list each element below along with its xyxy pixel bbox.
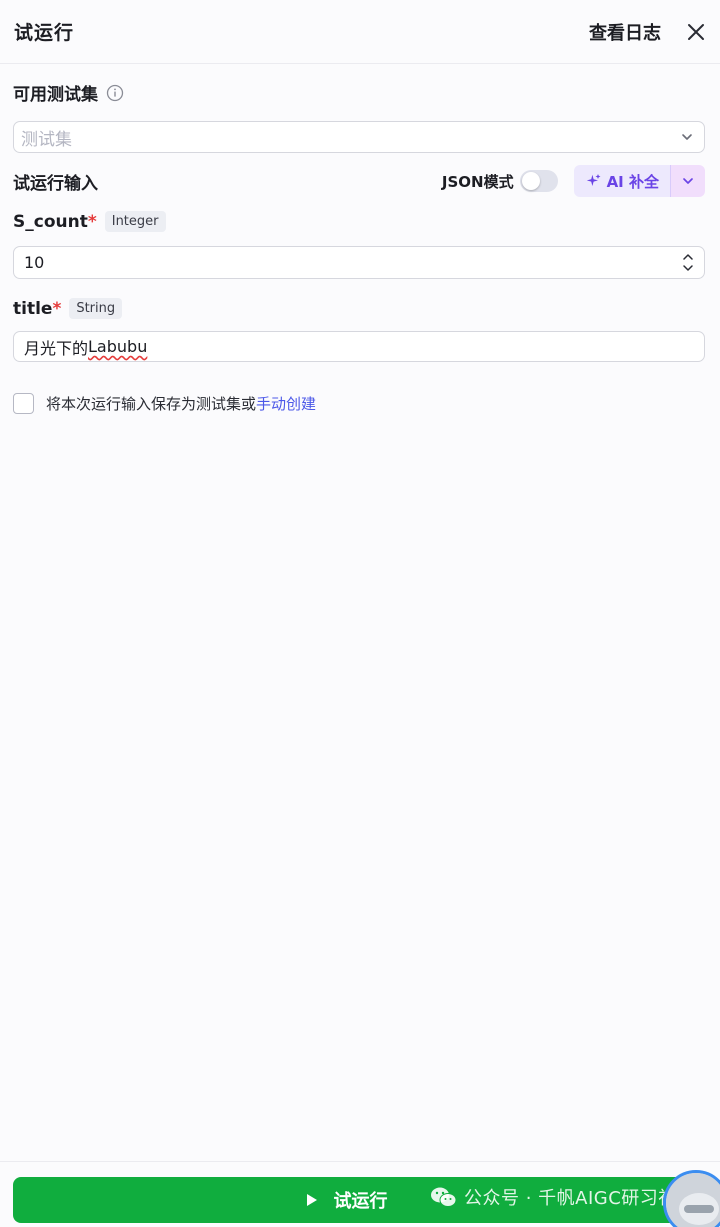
wechat-icon bbox=[430, 1185, 458, 1209]
save-option-label: 将本次运行输入保存为测试集或 bbox=[46, 395, 257, 413]
field-name: S_count bbox=[13, 211, 88, 232]
header-actions: 查看日志 bbox=[589, 19, 707, 45]
trial-run-input-header: 试运行输入 JSON模式 AI 补全 bbox=[0, 165, 720, 197]
field-name: title bbox=[13, 298, 53, 319]
panel-title: 试运行 bbox=[14, 22, 75, 44]
test-set-label-text: 可用测试集 bbox=[13, 85, 98, 105]
run-button-label: 试运行 bbox=[333, 1191, 388, 1212]
ai-fill-dropdown[interactable] bbox=[671, 165, 705, 197]
field-label-title: title * String bbox=[13, 298, 123, 319]
info-icon[interactable] bbox=[106, 84, 124, 102]
panel-header: 试运行 查看日志 bbox=[0, 0, 720, 64]
title-value-suffix: Labubu bbox=[88, 337, 148, 356]
trial-run-panel: 试运行 查看日志 可用测试集 测试集 试运行输入 JSON模式 AI 补全 S_… bbox=[0, 0, 720, 1227]
s-count-value: 10 bbox=[24, 253, 45, 272]
save-as-test-set-row: 将本次运行输入保存为测试集或手动创建 bbox=[13, 393, 316, 414]
trial-run-input-title: 试运行输入 bbox=[13, 173, 98, 194]
test-set-placeholder: 测试集 bbox=[21, 129, 72, 150]
save-option-text: 将本次运行输入保存为测试集或手动创建 bbox=[46, 393, 316, 414]
watermark-text: 公众号 · 千帆AIGC研习社 bbox=[464, 1188, 677, 1209]
title-input[interactable]: 月光下的 Labubu bbox=[13, 331, 705, 362]
close-icon[interactable] bbox=[685, 21, 707, 43]
chevron-down-icon[interactable] bbox=[682, 263, 694, 273]
number-stepper[interactable] bbox=[682, 252, 694, 273]
manual-create-link[interactable]: 手动创建 bbox=[256, 395, 316, 413]
play-icon bbox=[306, 1193, 318, 1207]
ai-fill-label: AI 补全 bbox=[606, 172, 659, 191]
type-badge: String bbox=[69, 298, 123, 319]
sparkle-icon bbox=[585, 173, 601, 189]
save-as-test-set-checkbox[interactable] bbox=[13, 393, 34, 414]
chevron-down-icon bbox=[680, 130, 694, 144]
chevron-up-icon[interactable] bbox=[682, 252, 694, 262]
view-log-button[interactable]: 查看日志 bbox=[589, 19, 661, 45]
input-header-actions: JSON模式 AI 补全 bbox=[442, 165, 705, 197]
type-badge: Integer bbox=[104, 211, 166, 232]
json-mode-toggle[interactable] bbox=[519, 170, 558, 192]
chevron-down-icon bbox=[681, 174, 695, 188]
watermark: 公众号 · 千帆AIGC研习社 bbox=[430, 1184, 677, 1210]
test-set-label: 可用测试集 bbox=[0, 80, 124, 105]
toggle-knob bbox=[521, 172, 540, 190]
title-value-prefix: 月光下的 bbox=[24, 338, 89, 358]
test-set-select[interactable]: 测试集 bbox=[13, 121, 705, 153]
field-label-s-count: S_count * Integer bbox=[13, 211, 166, 232]
s-count-input[interactable]: 10 bbox=[13, 246, 705, 279]
required-mark: * bbox=[52, 298, 62, 319]
required-mark: * bbox=[87, 211, 97, 232]
ai-fill-button[interactable]: AI 补全 bbox=[573, 165, 670, 197]
ai-fill-group: AI 补全 bbox=[573, 165, 705, 197]
json-mode-label: JSON模式 bbox=[441, 172, 514, 191]
